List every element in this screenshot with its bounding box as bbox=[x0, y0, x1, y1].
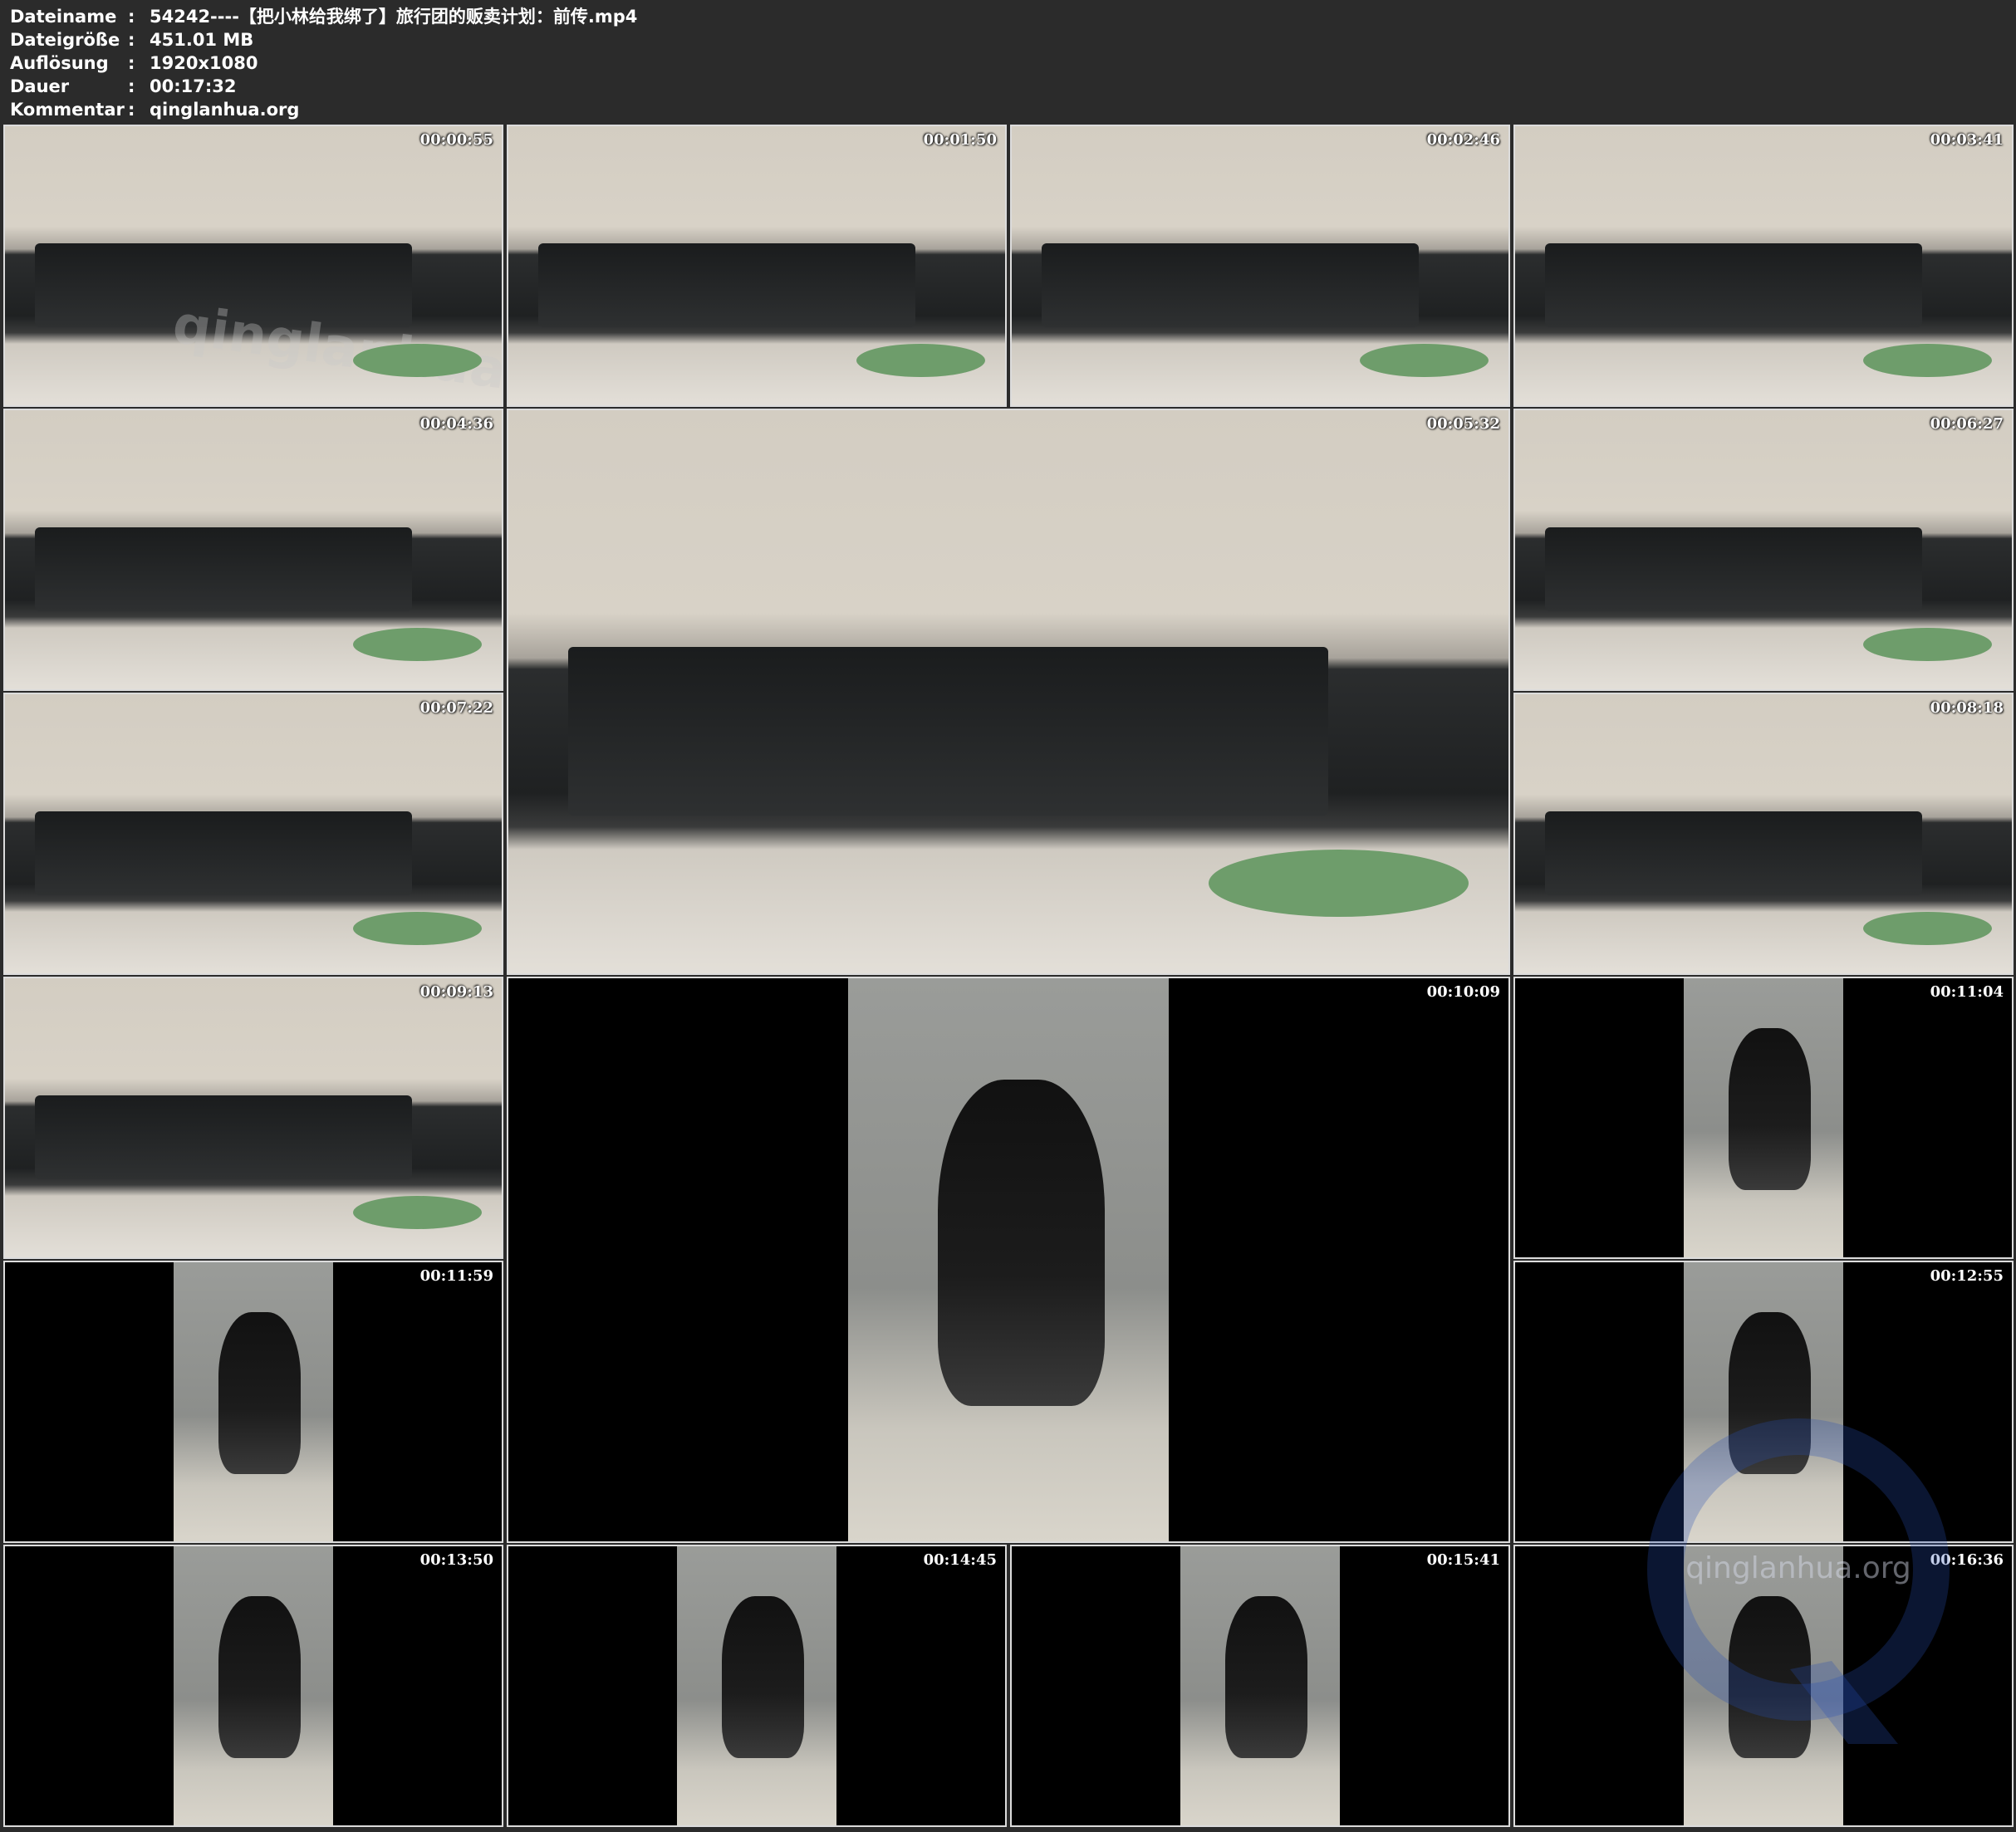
thumbnail-tile: 00:14:45 bbox=[507, 1545, 1007, 1827]
info-key: Kommentar bbox=[10, 100, 125, 120]
thumbnail-tile: 00:08:18 bbox=[1513, 693, 2014, 975]
thumbnail-frame-image bbox=[848, 978, 1169, 1541]
thumbnail-frame-image bbox=[1684, 978, 1843, 1257]
thumbnail-timestamp: 00:09:13 bbox=[419, 983, 493, 1001]
thumbnail-tile: 00:01:50 bbox=[507, 125, 1007, 407]
info-separator: : bbox=[128, 7, 135, 27]
thumbnail-tile: 00:04:36 bbox=[3, 409, 503, 691]
thumbnail-tile: 00:11:04 bbox=[1513, 977, 2014, 1259]
info-separator: : bbox=[128, 53, 135, 73]
info-value-duration: 00:17:32 bbox=[150, 76, 237, 96]
info-key: Auflösung bbox=[10, 53, 109, 73]
info-key: Dauer bbox=[10, 76, 70, 96]
info-value-filename: 54242----【把小林给我绑了】旅行团的贩卖计划：前传.mp4 bbox=[150, 7, 638, 27]
info-row-filename: Dateiname : 54242----【把小林给我绑了】旅行团的贩卖计划：前… bbox=[10, 5, 637, 28]
info-value-comment: qinglanhua.org bbox=[150, 100, 300, 120]
thumbnail-tile: 00:13:50 bbox=[3, 1545, 503, 1827]
info-row-comment: Kommentar : qinglanhua.org bbox=[10, 98, 637, 121]
info-value-filesize: 451.01 MB bbox=[150, 30, 254, 50]
info-value-resolution: 1920x1080 bbox=[150, 53, 258, 73]
thumbnail-tile: 00:10:09 bbox=[507, 977, 1510, 1543]
thumbnail-timestamp: 00:02:46 bbox=[1426, 131, 1500, 149]
thumbnail-timestamp: 00:03:41 bbox=[1930, 131, 2004, 149]
info-row-resolution: Auflösung : 1920x1080 bbox=[10, 51, 637, 75]
thumbnail-timestamp: 00:11:04 bbox=[1930, 983, 2004, 1001]
thumbnail-tile: 00:09:13 bbox=[3, 977, 503, 1259]
thumbnail-tile: 00:03:41 bbox=[1513, 125, 2014, 407]
info-key: Dateigröße bbox=[10, 30, 120, 50]
thumbnail-timestamp: 00:08:18 bbox=[1930, 699, 2004, 717]
info-separator: : bbox=[128, 76, 135, 96]
info-separator: : bbox=[128, 30, 135, 50]
info-row-filesize: Dateigröße : 451.01 MB bbox=[10, 28, 637, 51]
thumbnail-tile: 00:02:46 bbox=[1010, 125, 1510, 407]
thumbnail-tile: 00:11:59 bbox=[3, 1261, 503, 1543]
thumbnail-timestamp: 00:12:55 bbox=[1930, 1267, 2004, 1285]
tile-watermark-text: qinglanhua.net bbox=[169, 294, 503, 407]
thumbnail-timestamp: 00:01:50 bbox=[923, 131, 997, 149]
thumbnail-timestamp: 00:05:32 bbox=[1426, 415, 1500, 433]
thumbnail-timestamp: 00:00:55 bbox=[419, 131, 493, 149]
thumbnail-timestamp: 00:04:36 bbox=[419, 415, 493, 433]
thumbnail-timestamp: 00:10:09 bbox=[1426, 983, 1500, 1001]
thumbnail-timestamp: 00:14:45 bbox=[923, 1551, 997, 1569]
info-key: Dateiname bbox=[10, 7, 117, 27]
thumbnail-tile: 00:15:41 bbox=[1010, 1545, 1510, 1827]
thumbnail-timestamp: 00:06:27 bbox=[1930, 415, 2004, 433]
thumbnail-timestamp: 00:13:50 bbox=[419, 1551, 493, 1569]
thumbnail-tile: 00:06:27 bbox=[1513, 409, 2014, 691]
info-row-duration: Dauer : 00:17:32 bbox=[10, 75, 637, 98]
info-separator: : bbox=[128, 100, 135, 120]
thumbnail-tile: 00:07:22 bbox=[3, 693, 503, 975]
thumbnail-tile: qinglanhua.net 00:00:55 bbox=[3, 125, 503, 407]
thumbnail-frame-image bbox=[174, 1546, 333, 1825]
thumbnail-tile: 00:05:32 bbox=[507, 409, 1510, 975]
thumbnail-timestamp: 00:07:22 bbox=[419, 699, 493, 717]
logo-text: qinglanhua.org bbox=[1685, 1551, 1911, 1585]
thumbnail-frame-image bbox=[1180, 1546, 1340, 1825]
thumbnail-frame-image bbox=[174, 1262, 333, 1541]
watermark-logo: qinglanhua.org bbox=[1647, 1418, 1950, 1744]
file-info-panel: Dateiname : 54242----【把小林给我绑了】旅行团的贩卖计划：前… bbox=[10, 5, 637, 121]
thumbnail-timestamp: 00:15:41 bbox=[1426, 1551, 1500, 1569]
thumbnail-frame-image bbox=[677, 1546, 836, 1825]
thumbnail-timestamp: 00:11:59 bbox=[419, 1267, 493, 1285]
